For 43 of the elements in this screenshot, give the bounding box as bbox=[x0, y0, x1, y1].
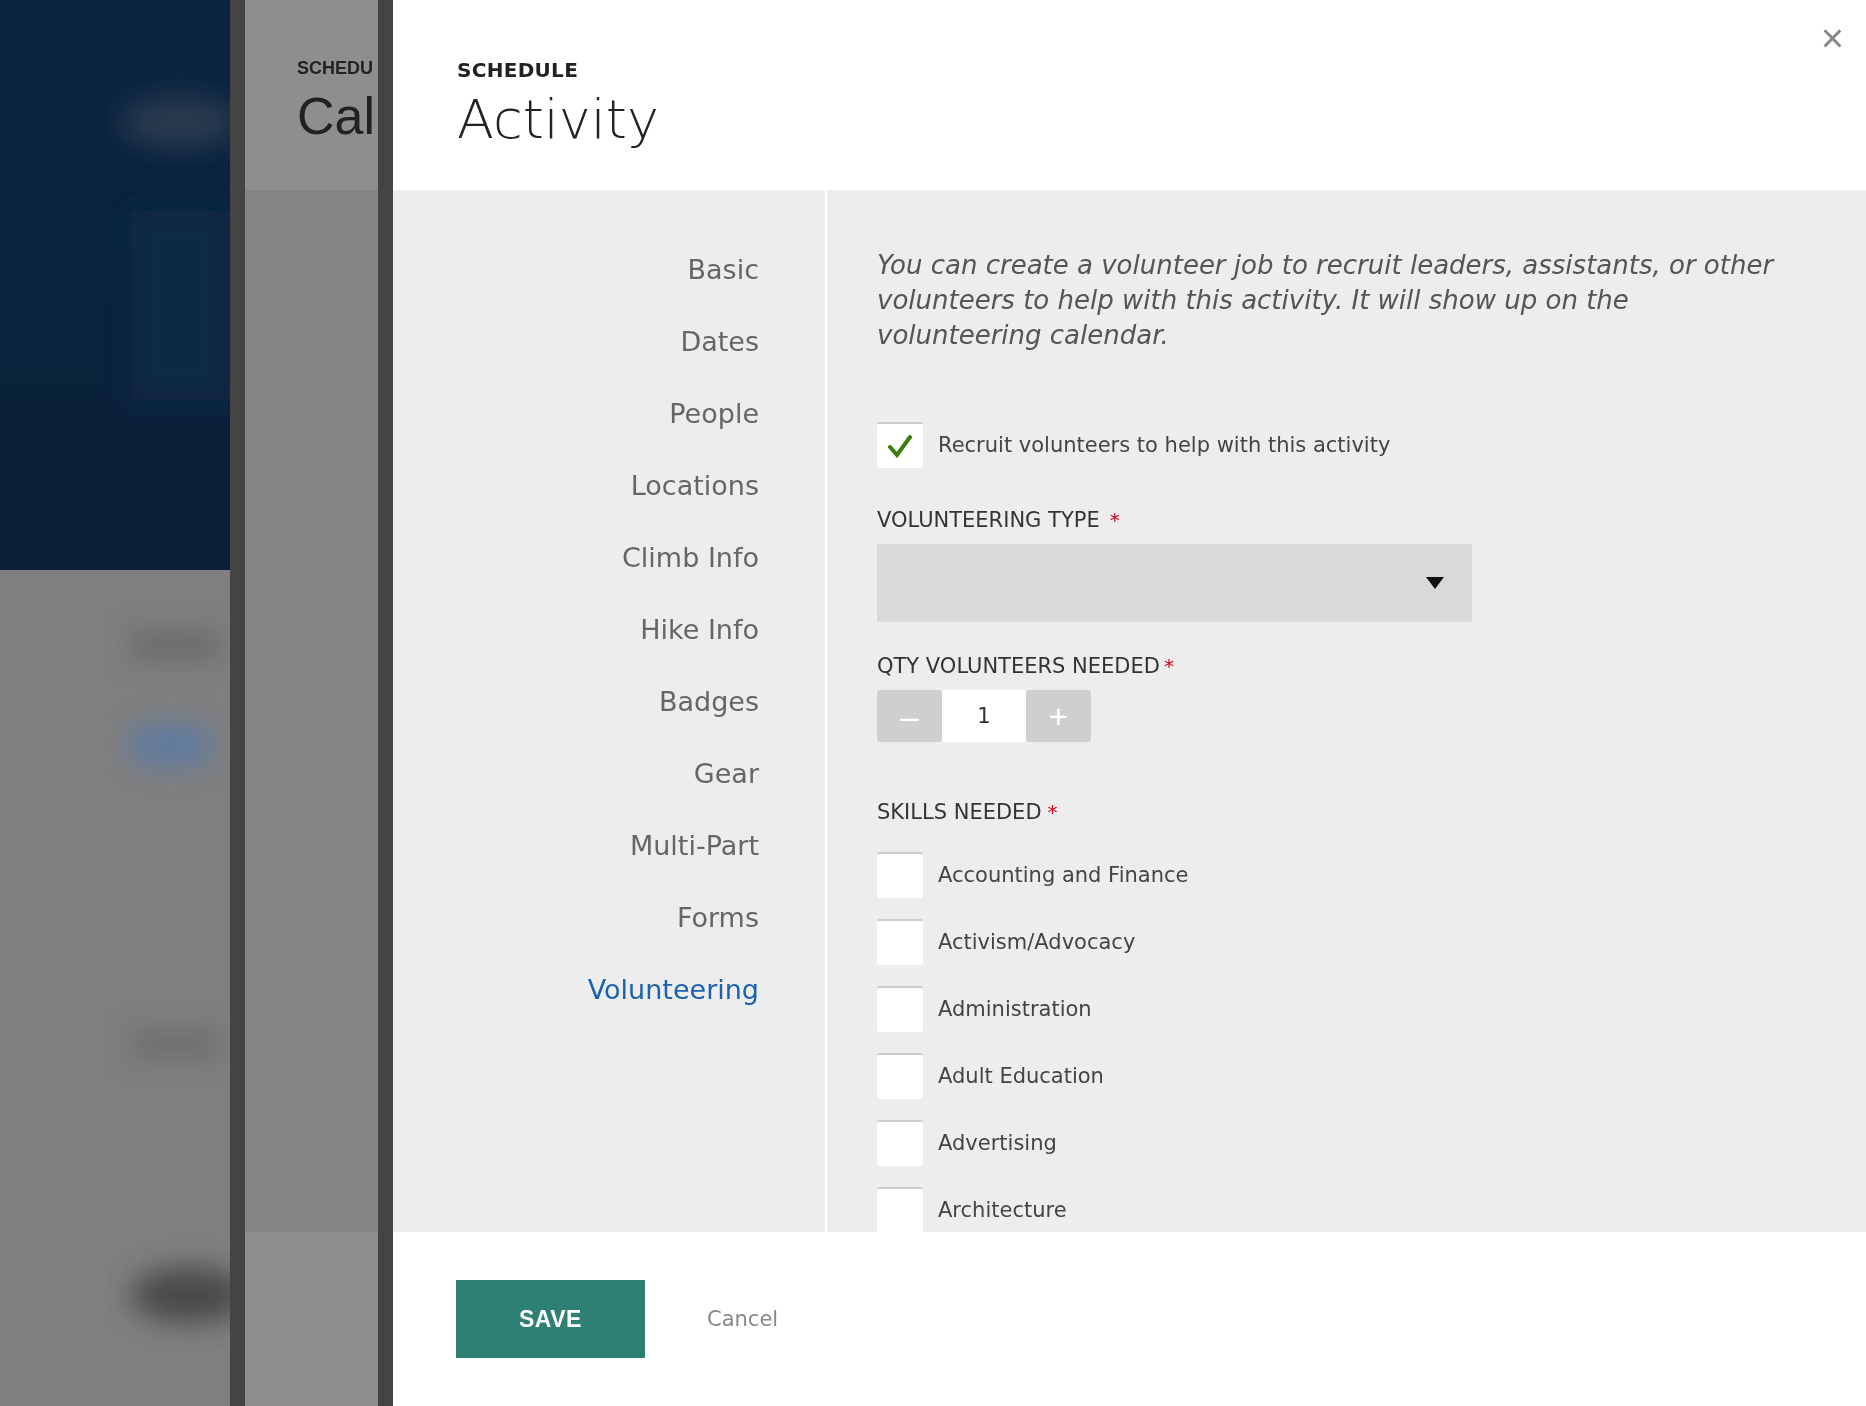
check-icon bbox=[887, 434, 913, 458]
intro-text: You can create a volunteer job to recruit leaders, assistants, or other volunteers to help with this activity. It will show up on the volunteering calendar. bbox=[877, 249, 1776, 352]
checkbox-label: Administration bbox=[938, 997, 1092, 1021]
nav-item[interactable]: Hike Info bbox=[640, 612, 759, 648]
nav-item[interactable]: Volunteering bbox=[587, 972, 759, 1008]
checkbox-label: Accounting and Finance bbox=[938, 863, 1189, 887]
field-label: SKILLS NEEDED bbox=[877, 800, 1042, 824]
checkbox[interactable] bbox=[877, 1053, 923, 1099]
nav-item[interactable]: Basic bbox=[687, 252, 759, 288]
checkbox[interactable] bbox=[877, 1187, 923, 1232]
nav-item[interactable]: Dates bbox=[680, 324, 759, 360]
checkbox-label: Activism/Advocacy bbox=[938, 930, 1136, 954]
checkbox-label: Architecture bbox=[938, 1198, 1067, 1222]
checkbox[interactable] bbox=[877, 986, 923, 1032]
nav-item[interactable]: Forms bbox=[676, 900, 759, 936]
cancel-link[interactable]: Cancel bbox=[707, 1307, 779, 1331]
nav-item[interactable]: Gear bbox=[693, 756, 759, 792]
checkbox[interactable] bbox=[877, 422, 923, 468]
field-label: VOLUNTEERING TYPE bbox=[877, 508, 1100, 532]
quantity-field[interactable]: 1 bbox=[942, 690, 1026, 742]
nav-item[interactable]: Climb Info bbox=[622, 540, 759, 576]
save-button[interactable]: SAVE bbox=[456, 1280, 645, 1358]
nav-item[interactable]: Locations bbox=[630, 468, 759, 504]
checkbox-label: Adult Education bbox=[938, 1064, 1104, 1088]
required-mark: * bbox=[1047, 800, 1058, 824]
checkbox[interactable] bbox=[877, 1120, 923, 1166]
checkbox[interactable] bbox=[877, 852, 923, 898]
modal-title: Activity bbox=[457, 88, 660, 153]
required-mark: * bbox=[1163, 654, 1174, 678]
required-mark: * bbox=[1109, 508, 1120, 532]
checkbox[interactable] bbox=[877, 919, 923, 965]
nav-item[interactable]: People bbox=[669, 396, 759, 432]
nav-item[interactable]: Badges bbox=[658, 684, 759, 720]
field-label: QTY VOLUNTEERS NEEDED bbox=[877, 654, 1160, 678]
modal-eyebrow: SCHEDULE bbox=[457, 58, 580, 82]
panel-title: Cal bbox=[297, 86, 377, 147]
caret-icon bbox=[1426, 577, 1444, 589]
panel-eyebrow: SCHEDU bbox=[297, 58, 374, 79]
select-field[interactable] bbox=[877, 544, 1472, 622]
checkbox-label: Recruit volunteers to help with this activity bbox=[938, 433, 1391, 457]
checkbox-label: Advertising bbox=[938, 1131, 1057, 1155]
nav-item[interactable]: Multi-Part bbox=[629, 828, 759, 864]
close-button[interactable]: × bbox=[1812, 14, 1852, 62]
